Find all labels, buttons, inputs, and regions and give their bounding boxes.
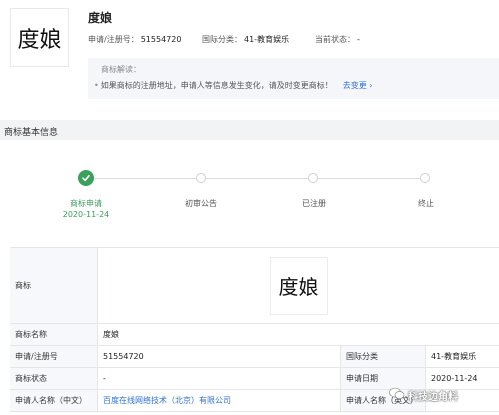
trademark-title: 度娘 <box>88 11 113 25</box>
timeline-step-label: 初审公告 <box>185 199 217 208</box>
table-value: 百度在线网络技术（北京）有限公司 <box>98 390 341 411</box>
table-key: 商标 <box>10 248 98 323</box>
applicant-link[interactable]: 百度在线网络技术（北京）有限公司 <box>103 395 231 406</box>
reg-number: 申请/注册号： 51554720 <box>88 34 181 45</box>
table-value: 41-教育娱乐 <box>426 346 499 367</box>
timeline-step-label: 终止 <box>418 199 434 208</box>
trademark-notice: 商标解读： • 如果商标的注册地址，申请人等信息发生变化，请及时变更商标！ 去变更 … <box>88 58 499 99</box>
timeline-step-date: 2020-11-24 <box>62 210 110 219</box>
notice-title: 商标解读： <box>101 65 141 74</box>
reg-number-label: 申请/注册号： <box>88 35 139 44</box>
notice-text-line: • 如果商标的注册地址，申请人等信息发生变化，请及时变更商标！ 去变更 › <box>94 80 372 91</box>
table-key: 申请/注册号 <box>10 346 98 367</box>
table-key: 申请日期 <box>341 368 426 389</box>
trademark-image: 度娘 <box>269 256 328 315</box>
step-pending-icon <box>308 173 318 183</box>
table-row: 商标 度娘 <box>10 248 499 324</box>
table-key: 商标名称 <box>10 324 98 345</box>
section-title: 商标基本信息 <box>4 128 59 138</box>
timeline-connector <box>318 178 420 179</box>
timeline-connector <box>206 178 308 179</box>
step-completed-icon <box>78 170 94 186</box>
table-key: 申请人名称（英文） <box>341 390 426 411</box>
bullet-icon: • <box>94 81 99 90</box>
step-pending-icon <box>420 173 430 183</box>
current-status: 当前状态： - <box>315 34 360 45</box>
change-link-label[interactable]: 去变更 <box>343 81 367 90</box>
current-status-label: 当前状态： <box>315 35 355 44</box>
current-status-value: - <box>357 35 360 44</box>
table-value: 51554720 <box>98 346 341 367</box>
table-key: 商标状态 <box>10 368 98 389</box>
table-value: 2020-11-24 <box>426 368 499 389</box>
table-row: 申请/注册号 51554720 国际分类 41-教育娱乐 <box>10 346 499 368</box>
table-row: 申请人名称（中文） 百度在线网络技术（北京）有限公司 申请人名称（英文） - <box>10 390 499 412</box>
chevron-right-icon[interactable]: › <box>369 81 372 90</box>
timeline-step-label: 已注册 <box>302 199 326 208</box>
intl-class: 国际分类： 41-教育娱乐 <box>202 34 289 45</box>
timeline-connector <box>94 178 196 179</box>
table-value: 度娘 <box>98 248 499 323</box>
table-key: 申请人名称（中文） <box>10 390 98 411</box>
table-value: - <box>98 368 341 389</box>
intl-class-value: 41-教育娱乐 <box>244 35 290 44</box>
change-link[interactable]: 去变更 › <box>343 81 373 90</box>
trademark-info-table: 商标 度娘 商标名称 度娘 申请/注册号 51554720 国际分类 41-教育… <box>10 247 499 412</box>
step-pending-icon <box>196 173 206 183</box>
table-row: 商标名称 度娘 <box>10 324 499 346</box>
intl-class-label: 国际分类： <box>202 35 242 44</box>
section-header: 商标基本信息 <box>0 120 499 140</box>
timeline-step-label: 商标申请 <box>70 199 102 208</box>
table-value: - <box>426 390 499 411</box>
notice-text: 如果商标的注册地址，申请人等信息发生变化，请及时变更商标！ <box>100 81 333 90</box>
table-key: 国际分类 <box>341 346 426 367</box>
trademark-logo: 度娘 <box>10 8 69 67</box>
table-value: 度娘 <box>98 324 499 345</box>
table-row: 商标状态 - 申请日期 2020-11-24 <box>10 368 499 390</box>
reg-number-value: 51554720 <box>140 35 182 44</box>
